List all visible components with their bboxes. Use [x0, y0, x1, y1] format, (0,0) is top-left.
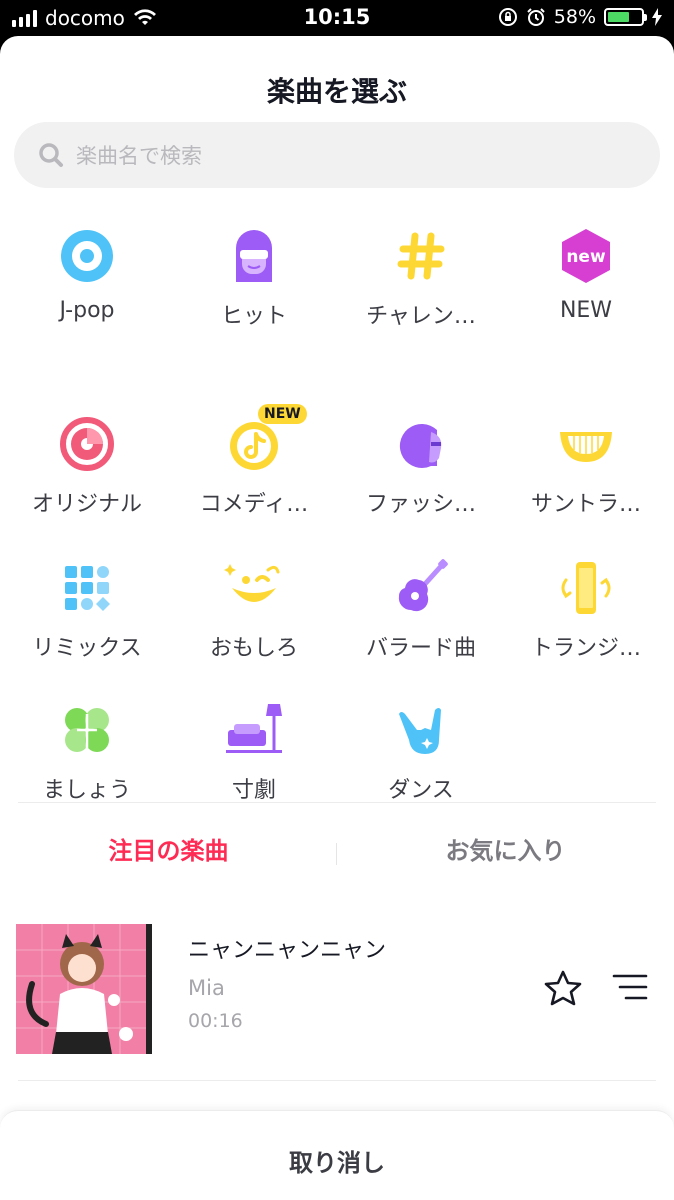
section-divider — [18, 802, 656, 803]
category-label: ましょう — [42, 778, 131, 803]
category-label: リミックス — [32, 636, 142, 661]
favorite-star-icon[interactable] — [544, 970, 582, 1006]
category-item-jpop[interactable]: J-pop — [3, 226, 171, 346]
pink-record-icon — [60, 417, 114, 471]
song-duration: 00:16 — [188, 1010, 243, 1032]
category-label: トランジ… — [530, 636, 641, 661]
hashtag-icon — [397, 232, 445, 280]
phone-rotate-icon — [561, 562, 611, 614]
orientation-lock-icon — [498, 8, 517, 26]
category-item-soundtrack[interactable]: サントラ… — [502, 414, 670, 534]
new-badge: NEW — [258, 404, 307, 424]
category-label: ダンス — [388, 778, 454, 803]
search-icon — [39, 143, 63, 167]
song-row[interactable]: ニャンニャンニャン Mia 00:16 — [16, 924, 656, 1054]
category-item-ballad[interactable]: バラード曲 — [337, 558, 505, 678]
search-placeholder: 楽曲名で検索 — [76, 144, 202, 168]
category-label: オリジナル — [31, 492, 142, 517]
category-label: バラード曲 — [365, 636, 476, 661]
category-label: おもしろ — [209, 636, 298, 661]
charging-bolt-icon — [652, 8, 662, 26]
category-item-challenge[interactable]: チャレン… — [337, 226, 505, 346]
alarm-icon — [527, 8, 545, 26]
cancel-label: 取り消し — [289, 1149, 385, 1177]
tab-favorites[interactable]: お気に入り — [337, 831, 674, 866]
category-label: ファッシ… — [365, 492, 476, 517]
list-divider — [18, 1080, 656, 1081]
category-item-new[interactable]: new NEW — [502, 226, 670, 346]
rock-hand-icon — [399, 708, 441, 754]
category-item-hit[interactable]: ヒット — [170, 226, 338, 346]
sheet-title: 楽曲を選ぶ — [266, 75, 407, 108]
category-item-original[interactable]: オリジナル — [3, 414, 171, 534]
category-label: チャレン… — [366, 304, 476, 329]
head-profile-icon — [399, 423, 442, 468]
song-title: ニャンニャンニャン — [188, 938, 387, 963]
tab-featured[interactable]: 注目の楽曲 — [0, 831, 337, 866]
status-right: 58% — [498, 6, 662, 28]
cancel-button[interactable]: 取り消し — [0, 1110, 674, 1200]
wink-face-icon — [224, 564, 280, 602]
category-item-remix[interactable]: リミックス — [3, 558, 171, 678]
disc-icon — [61, 230, 113, 282]
battery-percent: 58% — [553, 6, 596, 28]
category-label: ヒット — [220, 304, 287, 329]
category-item-fashion[interactable]: ファッシ… — [337, 414, 505, 534]
category-label: コメディ… — [199, 492, 309, 517]
category-label: サントラ… — [530, 492, 641, 517]
category-label: NEW — [559, 298, 613, 323]
song-cover-art[interactable] — [16, 924, 152, 1054]
grid-dots-icon — [65, 566, 110, 611]
category-item-funny[interactable]: おもしろ — [170, 558, 338, 678]
song-options-icon[interactable] — [612, 972, 648, 1002]
category-item-comedy[interactable]: NEW コメディ… — [170, 404, 338, 534]
sofa-lamp-icon — [226, 704, 282, 753]
smile-mouth-icon — [560, 432, 612, 462]
battery-icon — [604, 8, 647, 26]
song-artist: Mia — [188, 976, 225, 1000]
category-item-transition[interactable]: トランジ… — [502, 558, 670, 678]
cover-illustration — [16, 924, 152, 1054]
category-label: 寸劇 — [231, 778, 276, 803]
search-input[interactable]: 楽曲名で検索 — [14, 122, 660, 188]
song-tabs: 注目の楽曲 お気に入り — [0, 831, 674, 883]
guitar-icon — [398, 559, 448, 612]
sunglasses-person-icon — [236, 230, 272, 282]
status-bar: docomo 10:15 58% — [0, 0, 674, 36]
music-picker-sheet: 楽曲を選ぶ 楽曲名で検索 J-pop ヒット チャレン… new NEW オリジ… — [0, 36, 674, 1200]
category-label: J-pop — [59, 298, 115, 323]
svg-text:new: new — [566, 247, 606, 267]
new-hexagon-icon: new — [562, 229, 610, 283]
clover-icon — [65, 708, 109, 752]
